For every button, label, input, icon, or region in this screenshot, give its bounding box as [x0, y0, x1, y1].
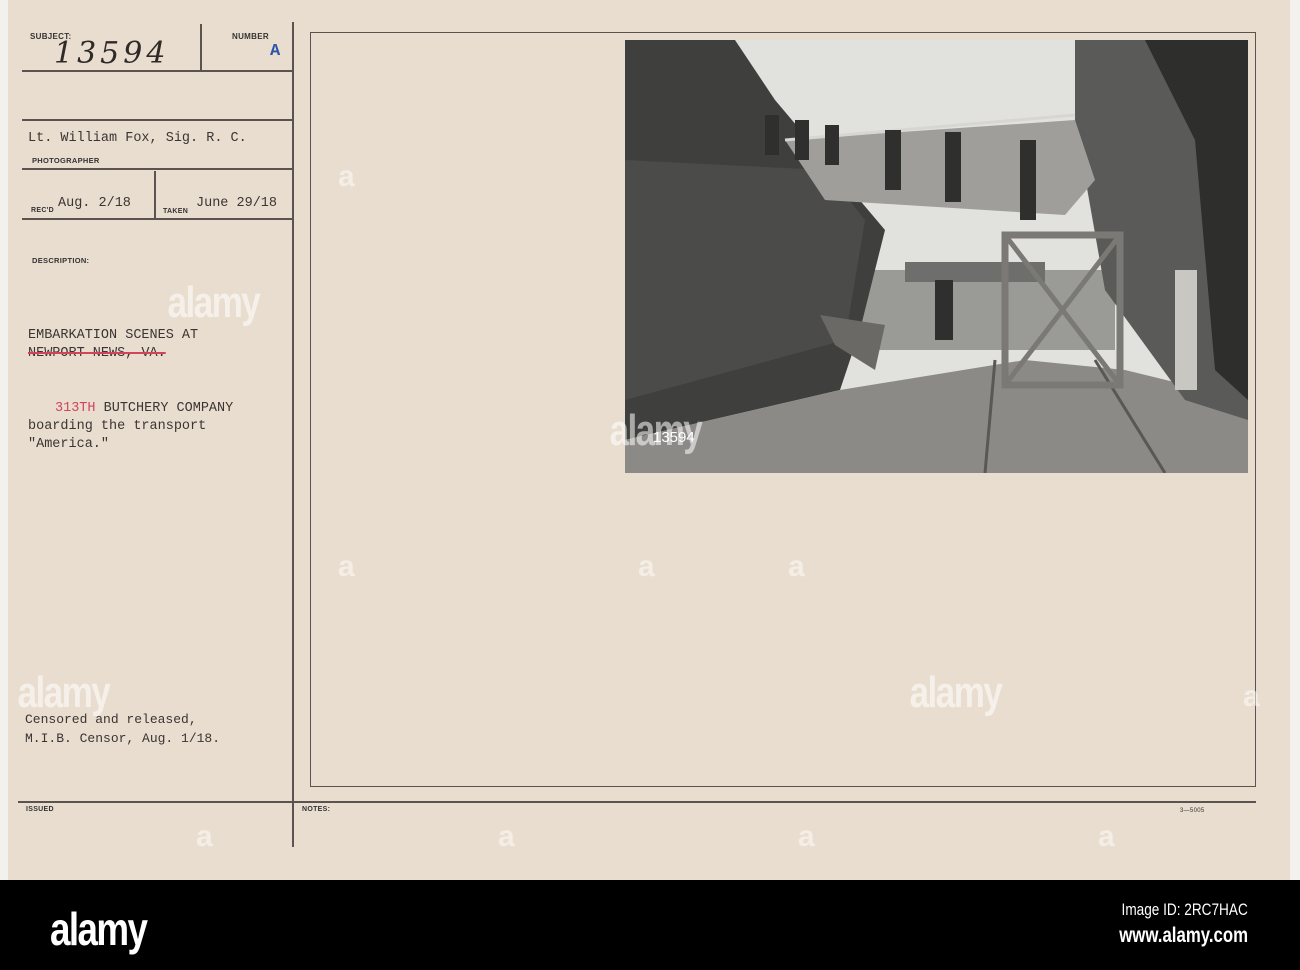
taken-date: June 29/18: [196, 196, 278, 211]
watermark: alamy: [17, 668, 110, 717]
watermark-letter: a: [788, 550, 805, 583]
description-line5: "America.": [28, 437, 110, 452]
recd-date: Aug. 2/18: [58, 196, 131, 211]
description-label: DESCRIPTION:: [32, 256, 90, 265]
distant-ship: [905, 262, 1045, 282]
censor-line2: M.I.B. Censor, Aug. 1/18.: [25, 731, 221, 746]
watermark-letter: a: [1243, 680, 1260, 713]
taken-label: TAKEN: [163, 208, 189, 215]
description-line4: boarding the transport: [28, 419, 207, 434]
watermark-letter: a: [1098, 820, 1115, 853]
left-column-divider: [292, 22, 294, 847]
watermark-letter: a: [338, 160, 355, 193]
description-line1: EMBARKATION SCENES AT: [28, 328, 199, 343]
description-line2-struck: NEWPORT NEWS, VA.: [28, 346, 166, 361]
unit-name: BUTCHERY COMPANY: [95, 401, 234, 416]
rule: [22, 119, 294, 121]
watermark: alamy: [167, 278, 260, 327]
photo-scene: 13594: [625, 40, 1248, 473]
image-id: Image ID: 2RC7HAC: [1121, 900, 1248, 919]
unit-number: 313TH: [55, 401, 96, 416]
watermark-letter: a: [196, 820, 213, 853]
watermark-letter: a: [338, 550, 355, 583]
alamy-logo: alamy: [50, 903, 148, 955]
number-value: A: [270, 42, 281, 61]
watermark: alamy: [909, 668, 1002, 717]
footer-bar: alamy Image ID: 2RC7HAC www.alamy.com: [0, 880, 1300, 970]
issued-label: ISSUED: [26, 806, 54, 813]
photographer-label: PHOTOGRAPHER: [32, 156, 100, 165]
rule: [22, 168, 294, 170]
subject-number: 13594: [54, 36, 170, 71]
number-divider: [200, 24, 202, 72]
bottom-rule: [18, 801, 1256, 803]
watermark-letter: a: [638, 550, 655, 583]
watermark-letter: a: [798, 820, 815, 853]
rule: [22, 218, 294, 220]
number-label: NUMBER: [232, 32, 269, 41]
watermark: alamy: [609, 406, 702, 455]
notes-label: NOTES:: [302, 806, 331, 813]
watermark-letter: a: [498, 820, 515, 853]
form-number: 3—5005: [1180, 808, 1205, 814]
site-url[interactable]: www.alamy.com: [1119, 924, 1248, 948]
photographer-name: Lt. William Fox, Sig. R. C.: [28, 131, 247, 146]
description-line3: 313TH BUTCHERY COMPANY: [55, 401, 233, 416]
photograph: 13594: [625, 40, 1248, 473]
recd-label: REC'D: [31, 207, 54, 214]
archival-photo-card: SUBJECT: 13594 NUMBER A Lt. William Fox,…: [8, 0, 1290, 880]
date-divider: [154, 171, 156, 218]
